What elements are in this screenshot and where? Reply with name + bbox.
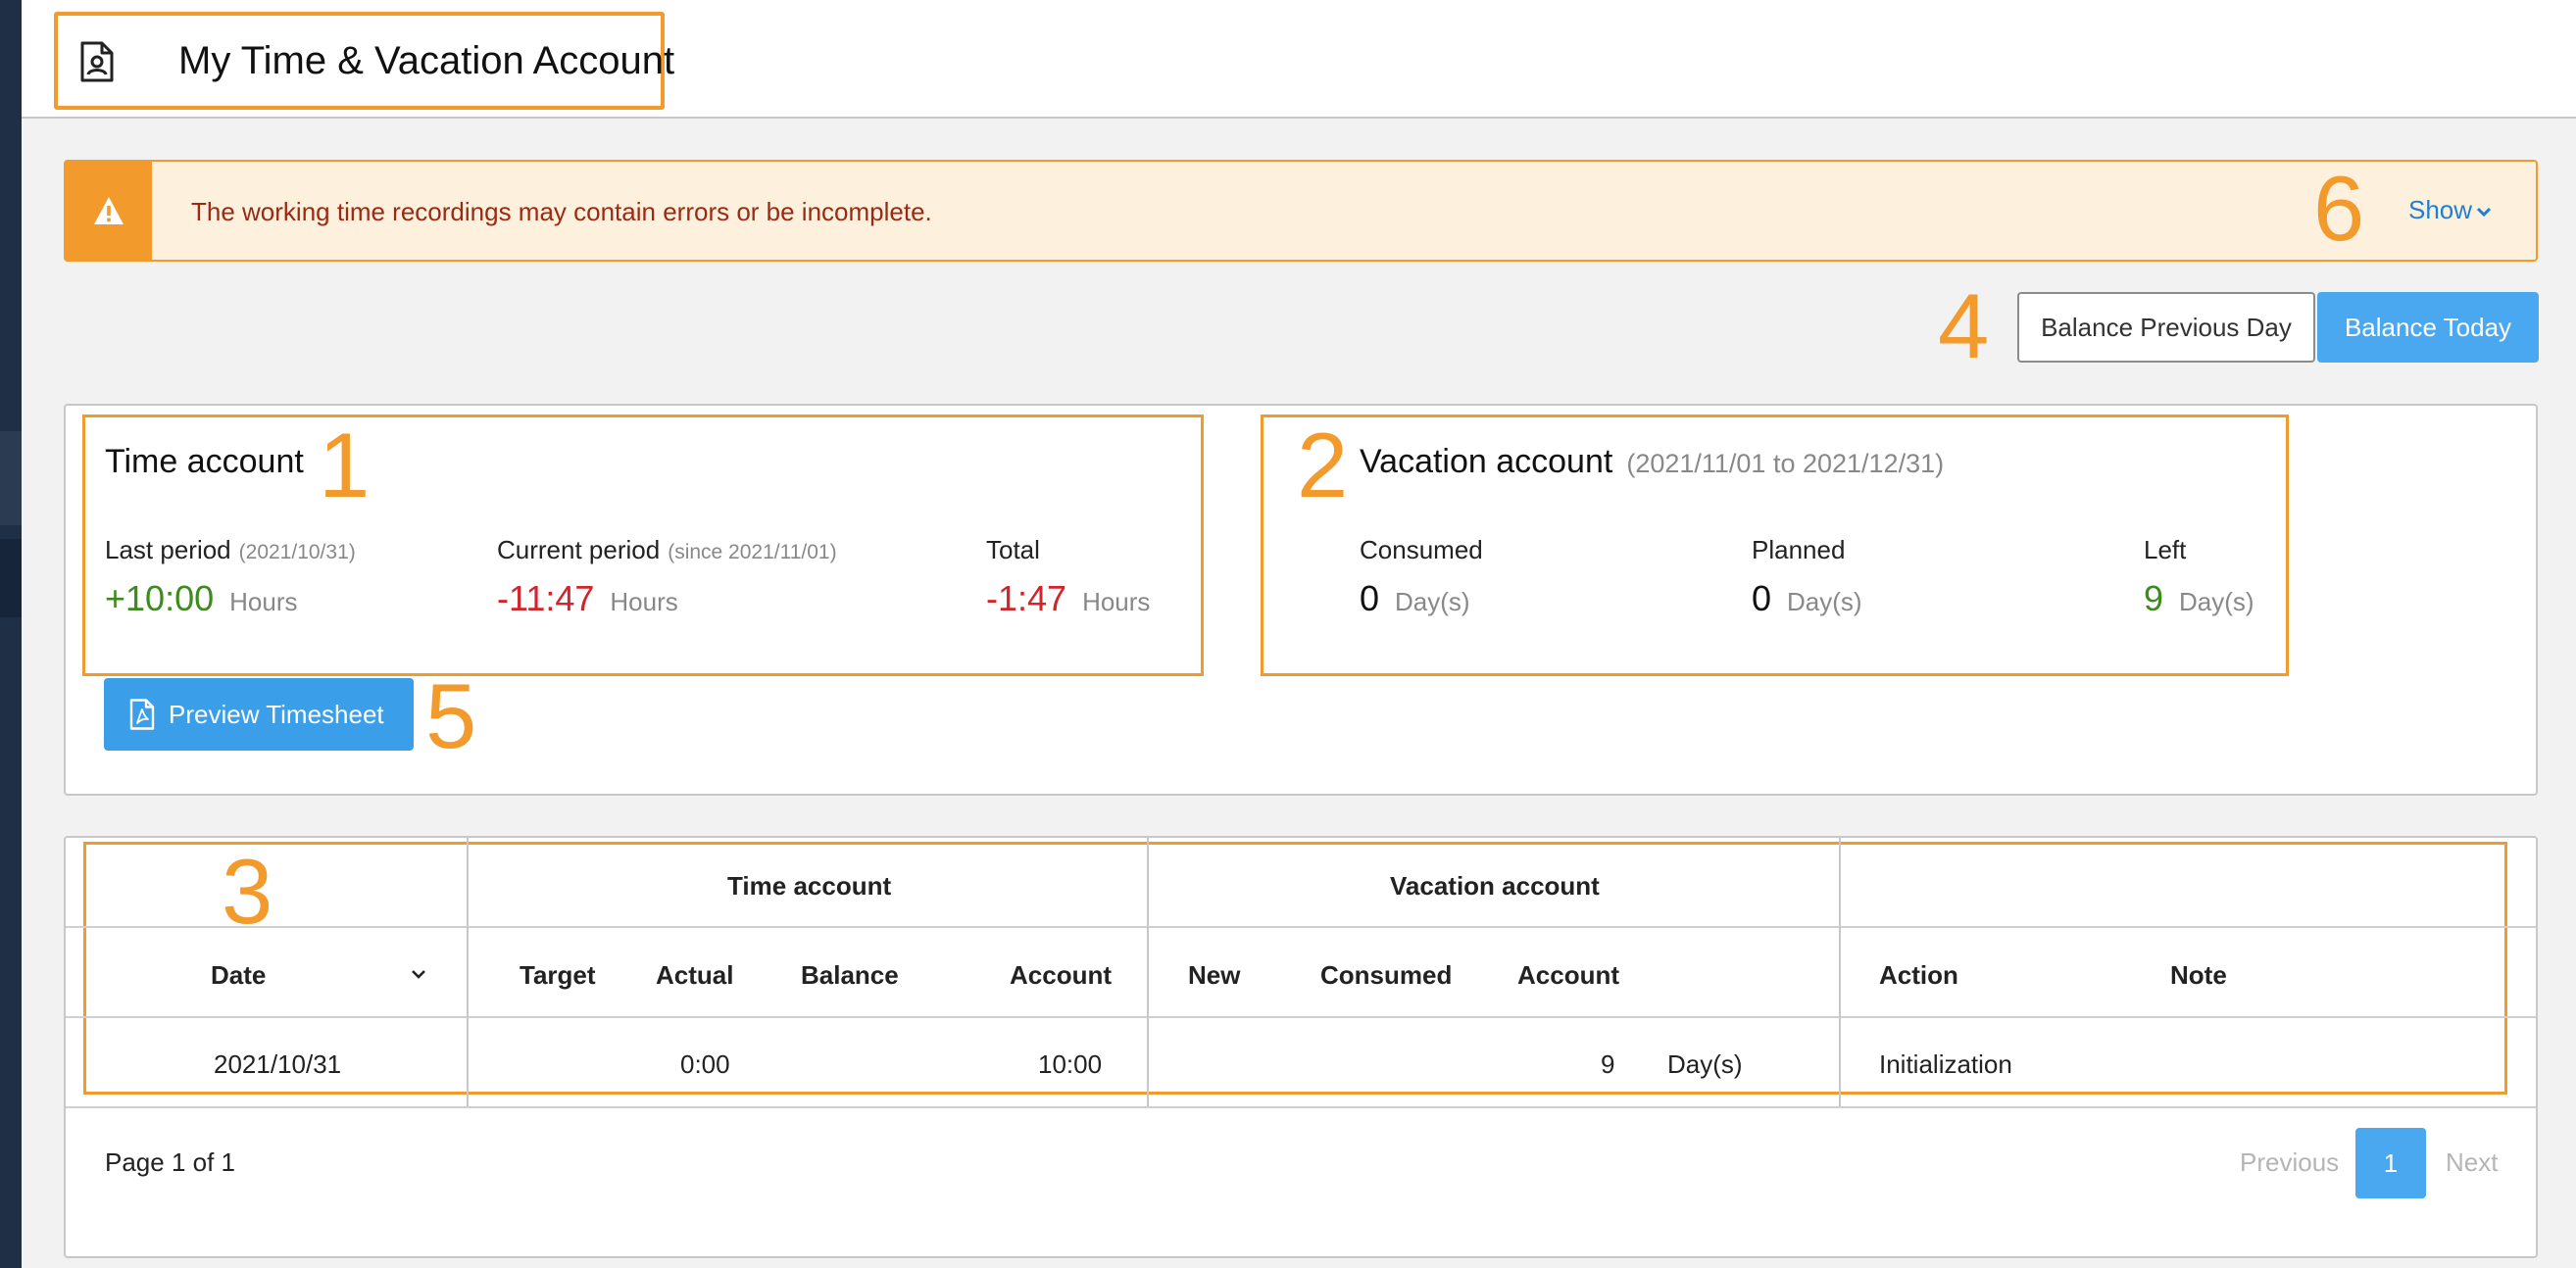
user-document-icon [80, 41, 114, 82]
column-header-new: New [1188, 960, 1241, 990]
cell-actual: 0:00 [680, 1049, 730, 1079]
current-period-value: -11:47 Hours [497, 578, 678, 618]
cell-date: 2021/10/31 [214, 1049, 342, 1079]
row-bottom-divider [66, 1106, 2536, 1108]
balance-today-button[interactable]: Balance Today [2317, 292, 2539, 363]
column-header-date[interactable]: Date [211, 960, 425, 991]
current-period-label: Current period (since 2021/11/01) [497, 535, 837, 564]
marker-2: 2 [1297, 414, 1349, 516]
last-period-value: +10:00 Hours [105, 578, 298, 618]
header-bottom-divider [66, 1016, 2536, 1018]
warning-alert: The working time recordings may contain … [64, 160, 2538, 262]
column-header-action: Action [1879, 960, 1958, 990]
pagination-next[interactable]: Next [2446, 1147, 2498, 1178]
time-account-group-header: Time account [727, 871, 892, 901]
side-strip-band [0, 539, 22, 617]
left-value: 9 Day(s) [2144, 578, 2254, 618]
account-table: 3 Time account Vacation account Date Tar… [64, 836, 2538, 1258]
consumed-label: Consumed [1360, 535, 1483, 564]
pagination-page-1[interactable]: 1 [2355, 1128, 2426, 1198]
marker-4: 4 [1938, 274, 1990, 377]
column-header-consumed: Consumed [1320, 960, 1453, 990]
column-header-actual: Actual [656, 960, 734, 990]
cell-account: 10:00 [1038, 1049, 1103, 1079]
preview-timesheet-label[interactable]: Preview Timesheet [169, 700, 384, 730]
alert-message: The working time recordings may contain … [191, 197, 932, 226]
marker-5: 5 [425, 664, 477, 767]
preview-timesheet-button[interactable]: Preview Timesheet [104, 678, 414, 751]
planned-value: 0 Day(s) [1752, 578, 1862, 618]
marker-3: 3 [222, 840, 273, 943]
total-value: -1:47 Hours [986, 578, 1151, 618]
column-header-note: Note [2170, 960, 2227, 990]
total-label: Total [986, 535, 1040, 564]
cell-vacation-unit: Day(s) [1667, 1049, 1743, 1079]
balance-previous-day-button[interactable]: Balance Previous Day [2017, 292, 2315, 363]
pagination-previous[interactable]: Previous [2240, 1147, 2339, 1178]
side-strip-band [0, 431, 22, 525]
column-header-balance: Balance [801, 960, 899, 990]
column-divider [1839, 838, 1841, 1106]
column-divider [1147, 838, 1149, 1106]
side-strip [0, 0, 22, 1268]
marker-1: 1 [319, 414, 371, 516]
vacation-account-title: Vacation account (2021/11/01 to 2021/12/3… [1360, 443, 1945, 480]
pdf-file-icon [129, 699, 155, 730]
column-header-vacation-account: Account [1517, 960, 1619, 990]
column-divider [467, 838, 469, 1106]
pagination-info: Page 1 of 1 [105, 1147, 235, 1177]
header-row-divider [66, 926, 2536, 928]
marker-6: 6 [2313, 157, 2365, 260]
planned-label: Planned [1752, 535, 1846, 564]
column-header-account: Account [1010, 960, 1112, 990]
left-label: Left [2144, 535, 2187, 564]
show-label[interactable]: Show [2408, 195, 2472, 224]
vacation-date-range: (2021/11/01 to 2021/12/31) [1626, 449, 1945, 478]
vacation-account-group-header: Vacation account [1390, 871, 1600, 901]
table-highlight [83, 842, 2507, 1095]
show-details-link[interactable]: Show [2408, 195, 2492, 225]
time-account-title: Time account [105, 443, 304, 480]
page-header: My Time & Vacation Account [22, 0, 2576, 119]
column-header-target: Target [520, 960, 596, 990]
consumed-value: 0 Day(s) [1360, 578, 1470, 618]
chevron-down-icon [2476, 208, 2492, 218]
page-title: My Time & Vacation Account [178, 39, 675, 82]
alert-icon-box [66, 162, 152, 260]
cell-action: Initialization [1879, 1049, 2012, 1079]
cell-vacation-account: 9 [1601, 1049, 1615, 1079]
chevron-down-icon[interactable] [411, 968, 426, 980]
title-highlight: My Time & Vacation Account [54, 12, 674, 110]
last-period-label: Last period (2021/10/31) [105, 535, 356, 564]
warning-icon [94, 197, 124, 224]
